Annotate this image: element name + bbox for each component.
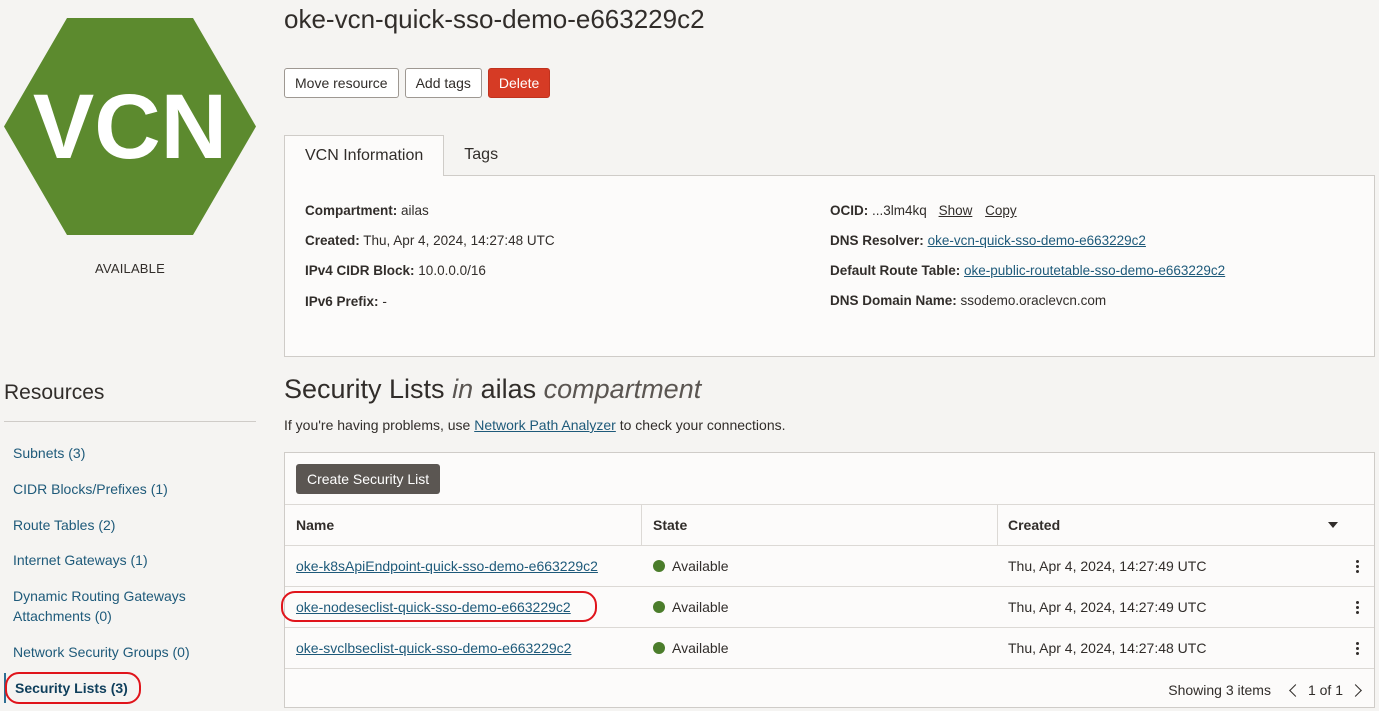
status-dot-icon <box>653 601 665 613</box>
info-dns-domain: DNS Domain Name: ssodemo.oraclevcn.com <box>830 293 1107 308</box>
ocid-show-link[interactable]: Show <box>939 203 973 218</box>
tab-tags[interactable]: Tags <box>444 135 518 175</box>
help-text: If you're having problems, use Network P… <box>284 417 786 433</box>
resource-item-subnets[interactable]: Subnets (3) <box>13 443 85 463</box>
detail-tabs: VCN Information Tags <box>284 135 518 176</box>
info-ipv4: IPv4 CIDR Block: 10.0.0.0/16 <box>305 263 486 278</box>
table-row: oke-k8sApiEndpoint-quick-sso-demo-e66322… <box>285 545 1374 586</box>
highlight-nodeseclist-row <box>281 591 597 622</box>
security-list-name-link[interactable]: oke-k8sApiEndpoint-quick-sso-demo-e66322… <box>296 558 598 574</box>
resource-item-internet-gateways[interactable]: Internet Gateways (1) <box>13 550 148 570</box>
table-pagination: Showing 3 items 1 of 1 <box>1168 682 1362 698</box>
vcn-info-panel: Compartment: ailas Created: Thu, Apr 4, … <box>284 175 1375 357</box>
info-ocid: OCID: ...3lm4kq Show Copy <box>830 203 1017 218</box>
ocid-copy-link[interactable]: Copy <box>985 203 1017 218</box>
route-table-link[interactable]: oke-public-routetable-sso-demo-e663229c2 <box>964 263 1225 278</box>
info-compartment: Compartment: ailas <box>305 203 429 218</box>
resources-divider <box>4 421 256 422</box>
info-ipv6: IPv6 Prefix: - <box>305 294 387 309</box>
highlight-security-lists <box>5 672 141 704</box>
move-resource-button[interactable]: Move resource <box>284 68 399 98</box>
network-path-analyzer-link[interactable]: Network Path Analyzer <box>474 417 616 433</box>
dns-resolver-link[interactable]: oke-vcn-quick-sso-demo-e663229c2 <box>928 233 1146 248</box>
add-tags-button[interactable]: Add tags <box>404 68 482 98</box>
column-header-created[interactable]: Created <box>998 505 1340 545</box>
resource-item-network-security-groups[interactable]: Network Security Groups (0) <box>13 642 190 662</box>
section-title: Security Lists in ailas compartment <box>284 374 702 404</box>
vcn-icon-text: VCN <box>33 76 227 178</box>
security-lists-table: Name State Created oke-k8sApiEndpoint-qu… <box>285 504 1374 669</box>
showing-count: Showing 3 items <box>1168 682 1271 698</box>
page-indicator: 1 of 1 <box>1307 682 1343 698</box>
security-lists-table-card: Create Security List Name State Created … <box>284 452 1375 708</box>
created-text: Thu, Apr 4, 2024, 14:27:49 UTC <box>1008 558 1207 574</box>
resource-item-cidr-blocks[interactable]: CIDR Blocks/Prefixes (1) <box>13 479 168 499</box>
previous-page-icon[interactable] <box>1289 683 1302 697</box>
status-dot-icon <box>653 560 665 572</box>
column-header-state[interactable]: State <box>642 505 998 545</box>
tab-vcn-information[interactable]: VCN Information <box>284 135 445 176</box>
status-dot-icon <box>653 642 665 654</box>
resource-item-route-tables[interactable]: Route Tables (2) <box>13 515 115 535</box>
row-actions-kebab-icon[interactable] <box>1355 600 1359 614</box>
table-row: oke-svclbseclist-quick-sso-demo-e663229c… <box>285 627 1374 668</box>
resource-status: AVAILABLE <box>95 261 165 276</box>
info-created: Created: Thu, Apr 4, 2024, 14:27:48 UTC <box>305 233 555 248</box>
resources-title: Resources <box>4 381 105 404</box>
row-actions-kebab-icon[interactable] <box>1355 559 1359 573</box>
vcn-hexagon-icon: VCN <box>4 18 256 235</box>
delete-button[interactable]: Delete <box>487 68 551 98</box>
state-text: Available <box>672 558 729 574</box>
row-actions-kebab-icon[interactable] <box>1355 641 1359 655</box>
info-dns-resolver: DNS Resolver: oke-vcn-quick-sso-demo-e66… <box>830 233 1146 248</box>
action-bar: Move resource Add tags Delete <box>284 68 551 98</box>
page-title: oke-vcn-quick-sso-demo-e663229c2 <box>284 4 705 34</box>
info-route-table: Default Route Table: oke-public-routetab… <box>830 263 1226 278</box>
table-header-row: Name State Created <box>285 504 1374 545</box>
state-text: Available <box>672 599 729 615</box>
next-page-icon[interactable] <box>1349 683 1362 697</box>
created-text: Thu, Apr 4, 2024, 14:27:48 UTC <box>1008 640 1207 656</box>
sort-descending-icon[interactable] <box>1328 522 1338 528</box>
security-list-name-link[interactable]: oke-svclbseclist-quick-sso-demo-e663229c… <box>296 640 571 656</box>
resource-item-drg-attachments[interactable]: Dynamic Routing Gateways Attachments (0) <box>13 586 213 626</box>
column-header-name[interactable]: Name <box>285 505 642 545</box>
create-security-list-button[interactable]: Create Security List <box>296 464 441 494</box>
created-text: Thu, Apr 4, 2024, 14:27:49 UTC <box>1008 599 1207 615</box>
state-text: Available <box>672 640 729 656</box>
